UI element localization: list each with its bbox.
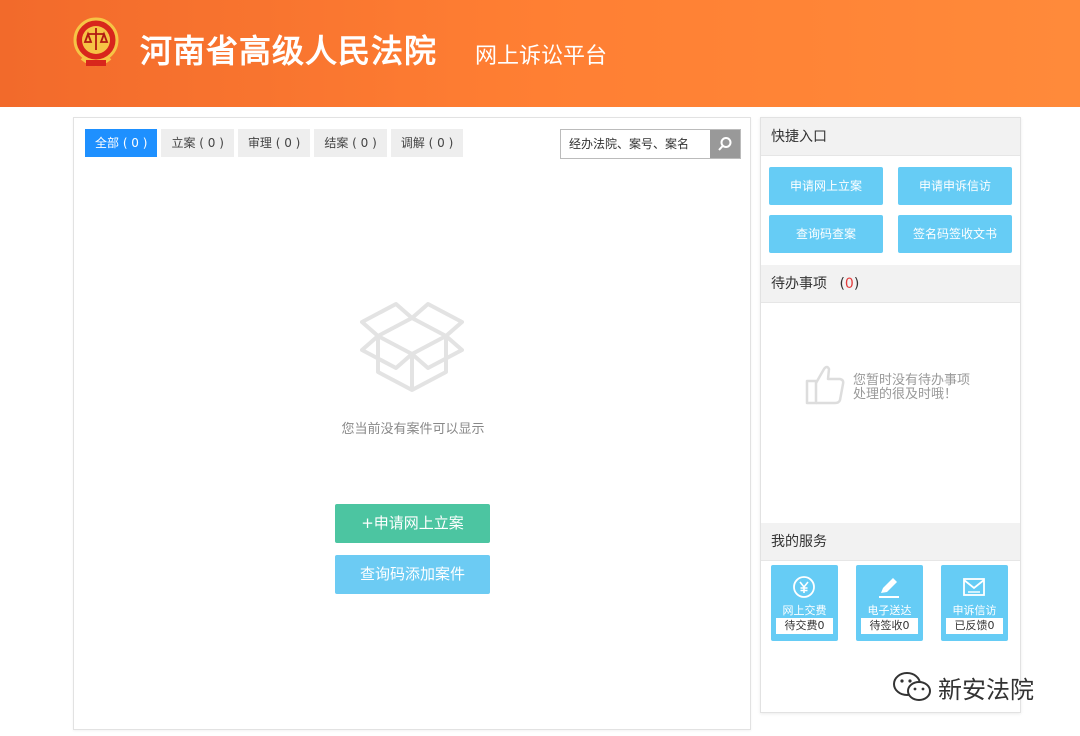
- todo-empty-message: 您暂时没有待办事项 处理的很及时哦！: [853, 374, 970, 402]
- search-icon: [718, 137, 732, 151]
- todo-empty-line1: 您暂时没有待办事项: [853, 373, 971, 388]
- service-label: 电子送达: [867, 604, 912, 617]
- case-search: [560, 129, 741, 159]
- court-emblem-icon: [73, 17, 119, 66]
- search-button[interactable]: [710, 130, 740, 158]
- search-input[interactable]: [561, 130, 710, 158]
- tab-filing[interactable]: 立案 ( 0 ): [161, 129, 234, 157]
- todo-title: 待办事项 (0): [761, 265, 1020, 303]
- empty-box-icon: [360, 302, 464, 392]
- todo-count: 0: [844, 276, 854, 292]
- right-sidebar: 快捷入口 申请网上立案 申请申诉信访 查询码查案 签名码签收文书 待办事项 (0…: [760, 117, 1021, 713]
- service-online-payment[interactable]: 网上交费 待交费0: [771, 565, 838, 641]
- quick-sign-code-button[interactable]: 签名码签收文书: [898, 215, 1012, 253]
- tab-trial[interactable]: 审理 ( 0 ): [237, 129, 311, 157]
- envelope-icon: [963, 578, 985, 596]
- my-services-title: 我的服务: [761, 523, 1020, 561]
- todo-title-label: 待办事项: [771, 276, 827, 292]
- wechat-icon: [893, 672, 931, 701]
- quick-apply-filing-button[interactable]: 申请网上立案: [769, 167, 883, 205]
- service-petition[interactable]: 申诉信访 已反馈0: [941, 565, 1008, 641]
- service-status: 待签收0: [861, 618, 918, 634]
- service-electronic-delivery[interactable]: 电子送达 待签收0: [856, 565, 923, 641]
- todo-empty-line2: 处理的很及时哦！: [853, 387, 958, 402]
- watermark-text: 新安法院: [938, 675, 1034, 704]
- quick-petition-button[interactable]: 申请申诉信访: [898, 167, 1012, 205]
- service-status: 待交费0: [776, 618, 833, 634]
- thumbs-up-icon: [805, 365, 845, 405]
- tab-mediation[interactable]: 调解 ( 0 ): [390, 129, 464, 157]
- apply-online-filing-button[interactable]: +申请网上立案: [335, 504, 490, 543]
- account-watermark: 新安法院: [892, 670, 1034, 704]
- service-status: 已反馈0: [946, 618, 1003, 634]
- service-label: 网上交费: [782, 604, 827, 617]
- yen-icon: [793, 576, 815, 598]
- empty-cases-message: 您当前没有案件可以显示: [341, 422, 485, 437]
- case-filter-tabs: 全部 ( 0 ) 立案 ( 0 ) 审理 ( 0 ) 结案 ( 0 ) 调解 (…: [85, 129, 464, 157]
- case-list-panel: 全部 ( 0 ) 立案 ( 0 ) 审理 ( 0 ) 结案 ( 0 ) 调解 (…: [73, 117, 751, 730]
- quick-entry-title: 快捷入口: [761, 118, 1020, 156]
- quick-query-code-button[interactable]: 查询码查案: [769, 215, 883, 253]
- platform-name: 网上诉讼平台: [475, 44, 608, 69]
- service-label: 申诉信访: [952, 604, 997, 617]
- todo-count-close: ): [853, 276, 860, 292]
- tab-all[interactable]: 全部 ( 0 ): [85, 129, 158, 157]
- tab-closed[interactable]: 结案 ( 0 ): [314, 129, 387, 157]
- pen-icon: [879, 578, 899, 598]
- query-code-add-case-button[interactable]: 查询码添加案件: [335, 555, 490, 594]
- court-name: 河南省高级人民法院: [140, 32, 438, 70]
- top-header: 河南省高级人民法院 网上诉讼平台: [0, 0, 1080, 107]
